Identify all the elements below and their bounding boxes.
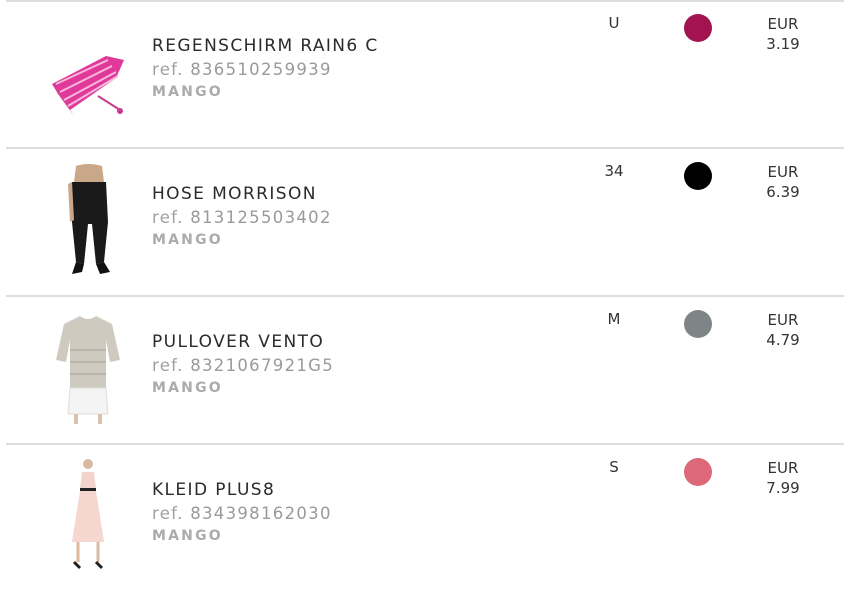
color-swatch [684,310,712,338]
cart-item-row: KLEID PLUS8 ref. 834398162030 MANGO S EU… [6,446,844,594]
product-ref: ref. 813125503402 [152,208,332,227]
ref-number: 8321067921G5 [190,356,335,375]
cart-item-row: HOSE MORRISON ref. 813125503402 MANGO 34… [6,150,844,298]
product-ref: ref. 834398162030 [152,504,332,523]
product-name[interactable]: KLEID PLUS8 [152,480,275,500]
price: EUR 6.39 [748,162,818,202]
currency: EUR [767,163,799,181]
ref-prefix: ref. [152,60,184,79]
price: EUR 3.19 [748,14,818,54]
product-image[interactable] [46,14,130,134]
size-value: S [609,458,619,476]
sweater-icon [56,316,120,424]
ref-number: 836510259939 [190,60,332,79]
product-name[interactable]: PULLOVER VENTO [152,332,324,352]
price-value: 4.79 [766,331,800,349]
product-ref: ref. 8321067921G5 [152,356,334,375]
umbrella-icon [52,56,124,116]
currency: EUR [767,15,799,33]
product-name[interactable]: REGENSCHIRM RAIN6 C [152,36,379,56]
size-value: 34 [604,162,624,180]
color-swatch [684,14,712,42]
trousers-icon [68,164,110,274]
cart-item-row: REGENSCHIRM RAIN6 C ref. 836510259939 MA… [6,2,844,150]
brand-logo: MANGO [152,528,223,544]
price: EUR 7.99 [748,458,818,498]
dress-icon [72,459,104,570]
product-ref: ref. 836510259939 [152,60,332,79]
currency: EUR [767,459,799,477]
price-value: 6.39 [766,183,800,201]
ref-number: 834398162030 [190,504,332,523]
product-image[interactable] [46,310,130,430]
price: EUR 4.79 [748,310,818,350]
ref-prefix: ref. [152,504,184,523]
price-value: 7.99 [766,479,800,497]
cart-item-row: PULLOVER VENTO ref. 8321067921G5 MANGO M… [6,298,844,446]
product-image[interactable] [46,162,130,282]
ref-prefix: ref. [152,208,184,227]
brand-logo: MANGO [152,380,223,396]
size-value: U [608,14,620,32]
brand-logo: MANGO [152,84,223,100]
color-swatch [684,458,712,486]
brand-logo: MANGO [152,232,223,248]
size-value: M [607,310,621,328]
color-swatch [684,162,712,190]
price-value: 3.19 [766,35,800,53]
ref-number: 813125503402 [190,208,332,227]
product-name[interactable]: HOSE MORRISON [152,184,317,204]
ref-prefix: ref. [152,356,184,375]
product-image[interactable] [46,458,130,578]
currency: EUR [767,311,799,329]
